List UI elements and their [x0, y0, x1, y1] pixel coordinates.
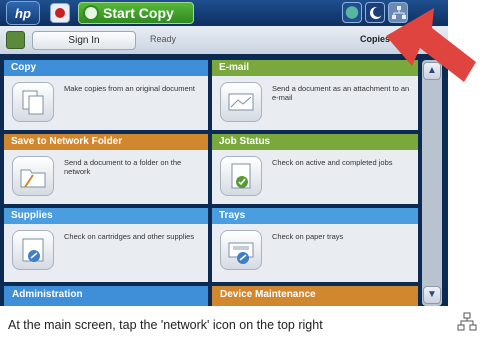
supplies-icon	[12, 230, 54, 270]
instruction-caption: At the main screen, tap the 'network' ic…	[8, 318, 323, 332]
tile-supplies[interactable]: Supplies Check on cartridges and other s…	[4, 208, 208, 282]
start-copy-button[interactable]: Start Copy	[78, 2, 194, 24]
pointer-arrow	[386, 8, 476, 82]
tile-supplies-desc: Check on cartridges and other supplies	[64, 232, 195, 241]
sign-in-button[interactable]: Sign In	[32, 31, 136, 50]
tile-job-status-title: Job Status	[212, 134, 418, 150]
tile-save-network-desc: Send a document to a folder on the netwo…	[64, 158, 182, 176]
tile-job-status[interactable]: Job Status Check on active and completed…	[212, 134, 418, 204]
tile-save-network-title: Save to Network Folder	[4, 134, 208, 150]
folder-icon	[12, 156, 54, 196]
tile-administration[interactable]: Administration	[4, 286, 208, 306]
tile-copy-title: Copy	[4, 60, 208, 76]
globe-icon[interactable]	[342, 2, 362, 23]
job-status-icon	[220, 156, 262, 196]
email-icon	[220, 82, 262, 122]
status-indicator-icon	[6, 31, 25, 49]
tile-supplies-title: Supplies	[4, 208, 208, 224]
tile-device-maintenance[interactable]: Device Maintenance	[212, 286, 418, 306]
start-copy-label: Start Copy	[103, 5, 174, 21]
hp-home-button[interactable]: hp	[6, 1, 40, 25]
tile-trays-title: Trays	[212, 208, 418, 224]
tile-trays[interactable]: Trays Check on paper trays	[212, 208, 418, 282]
tile-save-network[interactable]: Save to Network Folder Send a document t…	[4, 134, 208, 204]
tile-job-status-desc: Check on active and completed jobs	[272, 158, 393, 167]
status-text: Ready	[150, 34, 177, 44]
stop-button[interactable]	[50, 3, 70, 23]
tile-trays-desc: Check on paper trays	[272, 232, 344, 241]
start-icon	[83, 5, 99, 21]
tile-copy[interactable]: Copy Make copies from an original docume…	[4, 60, 208, 130]
network-icon-small	[457, 312, 477, 331]
copy-icon	[12, 82, 54, 122]
tray-icon	[220, 230, 262, 270]
scroll-down-button[interactable]: ▼	[423, 286, 441, 304]
tile-copy-desc: Make copies from an original document	[64, 84, 195, 93]
